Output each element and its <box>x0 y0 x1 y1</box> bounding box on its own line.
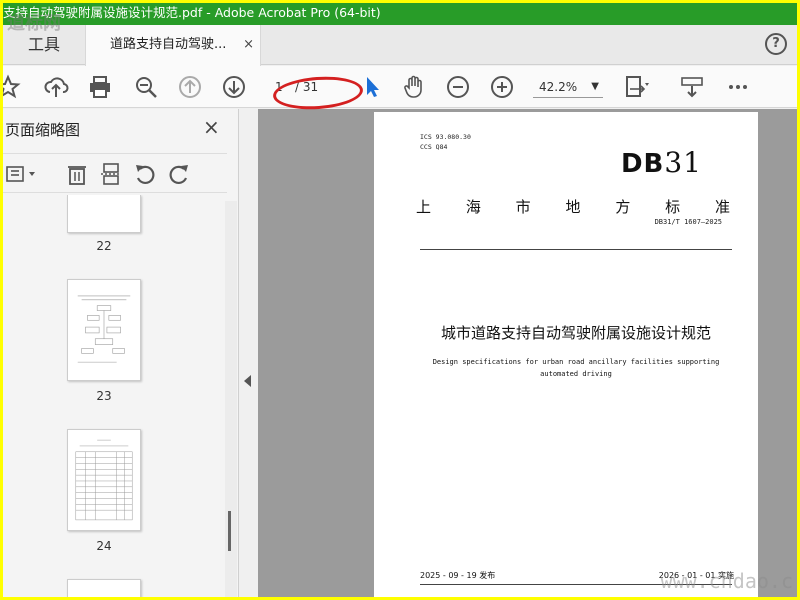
help-icon[interactable]: ? <box>765 33 787 55</box>
tab-bar: 工具 道路支持自动驾驶... × ? <box>3 25 797 66</box>
standard-code: DB31/T 1607—2025 <box>654 218 722 226</box>
hand-tool-icon[interactable] <box>401 74 427 100</box>
db-logo: DB31 <box>621 146 702 179</box>
acrobat-window: 支持自动驾驶附属设施设计规范.pdf - Adobe Acrobat Pro (… <box>3 3 797 597</box>
document-title: 城市道路支持自动驾驶附属设施设计规范 <box>440 324 711 342</box>
divider <box>420 249 732 250</box>
select-cursor-icon[interactable] <box>359 74 385 100</box>
thumbnail-label: 23 <box>96 389 112 403</box>
main-toolbar: 1 / 31 42.2% ▼ <box>3 66 797 108</box>
thumbnail-options-icon[interactable] <box>5 162 35 186</box>
document-title-english: Design specifications for urban road anc… <box>432 358 720 378</box>
zoom-out-icon[interactable] <box>445 74 471 100</box>
thumbnail-label: 24 <box>96 539 112 553</box>
panel-title: 页面缩略图 <box>5 121 81 139</box>
heading-char: 标 <box>665 198 681 216</box>
upload-cloud-icon[interactable] <box>43 74 69 100</box>
watermark: 道标网 <box>7 13 61 34</box>
delete-page-icon[interactable] <box>65 162 89 186</box>
panel-toolbar <box>3 153 227 193</box>
standard-heading: 上 海 市 地 方 标 准 <box>416 196 730 217</box>
thumbnail-page-25[interactable] <box>67 579 141 597</box>
page-fit-icon[interactable] <box>623 74 649 100</box>
heading-char: 准 <box>714 198 730 216</box>
tab-document-label: 道路支持自动驾驶... <box>110 37 227 52</box>
tab-close-icon[interactable]: × <box>243 25 254 65</box>
star-icon[interactable] <box>3 74 21 100</box>
thumbnail-label: 22 <box>96 239 112 253</box>
rotate-left-icon[interactable] <box>133 162 157 186</box>
thumbnail-page-24[interactable] <box>67 429 141 531</box>
logo-db-text: DB <box>620 149 665 179</box>
pdf-page: ICS 93.080.30 CCS Q84 DB31 上 海 市 地 方 标 准… <box>374 112 758 597</box>
scrollbar-thumb[interactable] <box>228 511 231 551</box>
keyboard-scroll-icon[interactable] <box>679 74 705 100</box>
extract-page-icon[interactable] <box>99 162 123 186</box>
thumbnail-page-22[interactable] <box>67 195 141 233</box>
print-icon[interactable] <box>87 74 113 100</box>
previous-page-icon[interactable] <box>177 74 203 100</box>
heading-char: 地 <box>565 198 581 216</box>
heading-char: 方 <box>615 198 631 216</box>
thumbnail-scrollbar[interactable] <box>225 201 237 597</box>
collapse-panel-icon[interactable] <box>244 375 251 387</box>
thumbnail-list: 22 23 24 <box>3 195 225 597</box>
watermark: www.chdao.c <box>660 569 793 593</box>
doc-classification: ICS 93.080.30 CCS Q84 <box>420 132 471 152</box>
thumbnails-panel: 页面缩略图 × 22 23 24 <box>3 109 239 597</box>
zoom-select[interactable]: 42.2% ▼ <box>533 76 603 98</box>
publish-date: 2025 - 09 - 19 发布 <box>420 571 496 580</box>
zoom-in-icon[interactable] <box>489 74 515 100</box>
document-view[interactable]: ICS 93.080.30 CCS Q84 DB31 上 海 市 地 方 标 准… <box>258 109 797 597</box>
search-zoom-icon[interactable] <box>133 74 159 100</box>
ccs-code: CCS Q84 <box>420 143 448 151</box>
heading-char: 海 <box>465 198 481 216</box>
tab-document[interactable]: 道路支持自动驾驶... × <box>85 25 261 66</box>
logo-number: 31 <box>664 146 702 179</box>
heading-char: 市 <box>515 198 531 216</box>
next-page-icon[interactable] <box>221 74 247 100</box>
chevron-down-icon[interactable]: ▼ <box>591 76 599 98</box>
rotate-right-icon[interactable] <box>167 162 191 186</box>
window-titlebar: 支持自动驾驶附属设施设计规范.pdf - Adobe Acrobat Pro (… <box>3 3 797 25</box>
heading-char: 上 <box>416 198 432 216</box>
zoom-value: 42.2% <box>539 80 578 94</box>
panel-close-icon[interactable]: × <box>203 115 220 139</box>
thumbnail-page-23[interactable] <box>67 279 141 381</box>
ics-code: ICS 93.080.30 <box>420 133 471 141</box>
more-options-icon[interactable] <box>725 74 751 100</box>
